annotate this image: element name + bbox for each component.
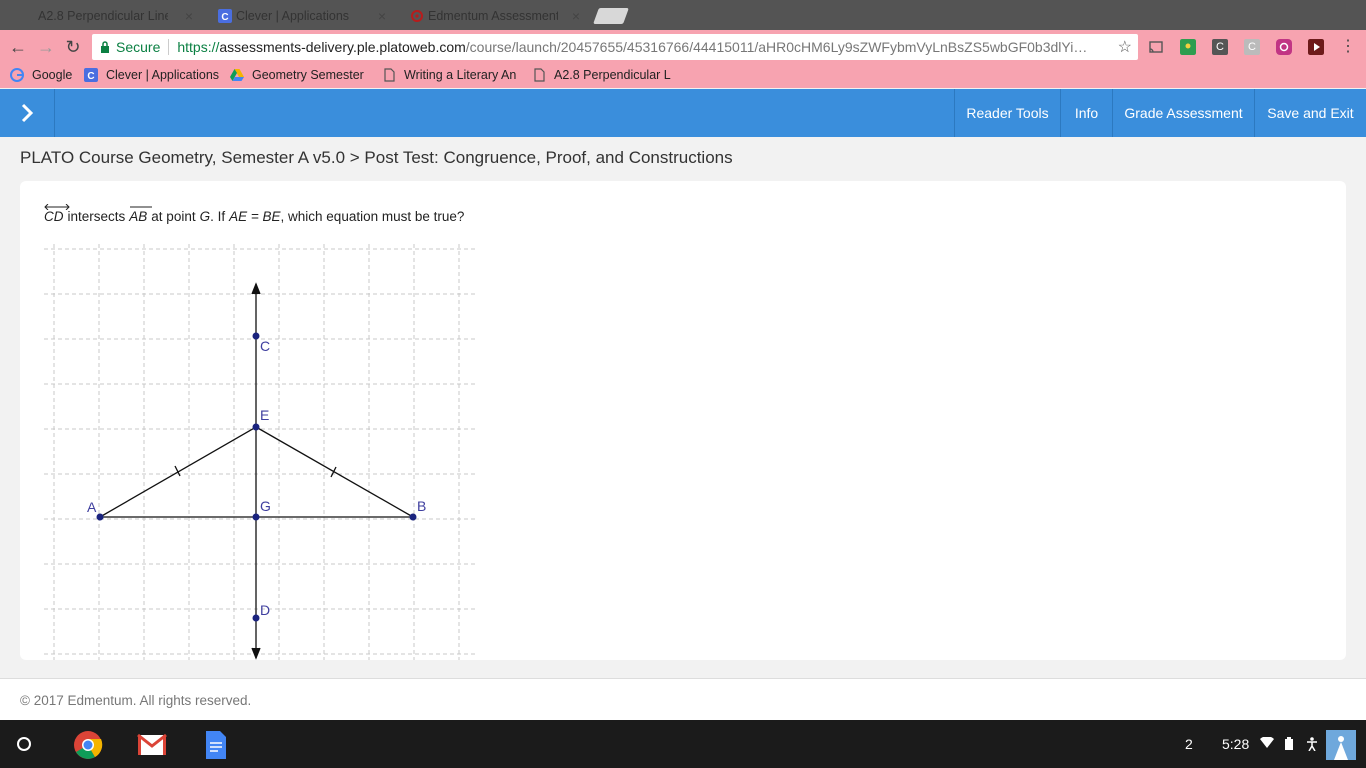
close-tab-icon[interactable]: × [572, 8, 580, 24]
app-header: Reader Tools Info Grade Assessment Save … [0, 89, 1366, 137]
grade-assessment-button[interactable]: Grade Assessment [1112, 89, 1254, 137]
question-fragment: at point [151, 209, 196, 224]
menu-dots-icon[interactable]: ⋮ [1338, 37, 1358, 57]
point-label: C [260, 338, 270, 354]
menu-toggle-button[interactable] [0, 89, 55, 137]
page-title: PLATO Course Geometry, Semester A v5.0 >… [20, 148, 733, 167]
chevron-right-icon [21, 103, 34, 123]
bookmarks-bar: Google C Clever | Applications Geometry … [0, 64, 1366, 88]
docs-icon[interactable] [201, 730, 231, 760]
bookmark-label: Google [32, 68, 73, 82]
bookmark-clever[interactable]: C Clever | Applications [84, 68, 219, 82]
battery-icon[interactable] [1285, 737, 1293, 750]
avatar[interactable] [1326, 730, 1356, 760]
point-d-dot [252, 614, 260, 622]
tab-title: Edmentum Assessment [428, 9, 558, 23]
save-and-exit-button[interactable]: Save and Exit [1254, 89, 1366, 137]
instagram-icon[interactable] [1276, 39, 1292, 55]
notification-count[interactable]: 2 [1185, 720, 1193, 768]
extension-c-icon[interactable]: C [1212, 39, 1228, 55]
address-bar[interactable]: Secure https:// assessments-delivery.ple… [92, 34, 1138, 60]
bookmark-writing-literary[interactable]: Writing a Literary An [382, 68, 516, 82]
url-path: /course/launch/20457655/45316766/4441501… [465, 39, 1088, 55]
point-c-dot [252, 332, 260, 340]
point-name: G [199, 209, 211, 224]
point-b-dot [409, 513, 417, 521]
bookmark-label: A2.8 Perpendicular L [554, 68, 671, 82]
tab-a28-perpendicular-lines[interactable]: A2.8 Perpendicular Line × [8, 2, 203, 30]
browser-tab-strip: A2.8 Perpendicular Line × C Clever | App… [0, 0, 1366, 30]
question-card: CD intersects AB at point G . If AE = BE… [20, 181, 1346, 660]
lock-icon [101, 41, 109, 53]
tab-title: Clever | Applications [236, 9, 350, 23]
geometry-figure: C E A G B D [44, 244, 476, 660]
question-fragment: . If [210, 209, 226, 224]
clever-icon: C [84, 68, 98, 82]
accessibility-icon[interactable] [1306, 737, 1318, 751]
tab-clever-applications[interactable]: C Clever | Applications × [206, 2, 396, 30]
bookmark-a28-perpendicular[interactable]: A2.8 Perpendicular L [532, 68, 671, 82]
tab-title: A2.8 Perpendicular Line [38, 9, 168, 23]
divider [168, 39, 170, 55]
extension-c-icon[interactable]: C [1244, 39, 1260, 55]
launcher-icon[interactable] [17, 737, 31, 751]
new-tab-button[interactable] [593, 8, 629, 24]
segment-ab: AB [129, 204, 153, 224]
close-tab-icon[interactable]: × [378, 8, 386, 24]
browser-toolbar: ← → ↻ Secure https:// assessments-delive… [0, 30, 1366, 64]
clock[interactable]: 5:28 [1222, 720, 1249, 768]
wifi-icon[interactable] [1260, 737, 1274, 749]
question-fragment: intersects [67, 209, 126, 224]
question-text: CD intersects AB at point G . If AE = BE… [44, 204, 464, 224]
segment-bar-icon [130, 206, 153, 208]
document-icon [534, 68, 545, 82]
document-icon [22, 9, 33, 23]
cast-icon[interactable] [1148, 39, 1164, 55]
url-scheme: https:// [177, 39, 220, 55]
edmentum-icon [411, 10, 423, 22]
svg-text:C: C [87, 71, 94, 82]
point-g-dot [252, 513, 260, 521]
point-label: G [260, 498, 271, 514]
bookmark-star-icon[interactable]: ☆ [1118, 37, 1132, 57]
svg-text:C: C [221, 12, 228, 23]
point-e-dot [252, 423, 260, 431]
copyright-text: © 2017 Edmentum. All rights reserved. [20, 693, 252, 708]
document-icon [384, 68, 395, 82]
tab-edmentum-assessment[interactable]: Edmentum Assessment × [398, 2, 590, 30]
question-fragment: , which equation must be true? [280, 209, 465, 224]
bookmark-google[interactable]: Google [10, 68, 72, 82]
point-label: E [260, 407, 269, 423]
point-a-dot [96, 513, 104, 521]
info-button[interactable]: Info [1060, 89, 1112, 137]
drive-icon [230, 69, 244, 81]
classroom-icon[interactable] [1180, 39, 1196, 55]
line-arrow-icon [44, 204, 70, 210]
security-label: Secure [116, 39, 161, 55]
line-cd: CD [44, 204, 70, 224]
os-shelf: 2 5:28 [0, 720, 1366, 768]
video-icon[interactable] [1308, 39, 1324, 55]
reader-tools-button[interactable]: Reader Tools [954, 89, 1060, 137]
point-label: B [417, 498, 426, 514]
back-arrow-icon[interactable]: ← [8, 37, 28, 57]
url-domain: assessments-delivery.ple.platoweb.com [219, 39, 466, 55]
bookmark-label: Geometry Semester [252, 68, 364, 82]
close-tab-icon[interactable]: × [185, 8, 193, 24]
condition: AE = BE [229, 209, 281, 224]
clever-icon: C [218, 9, 232, 23]
page-footer: © 2017 Edmentum. All rights reserved. [0, 678, 1366, 720]
bookmark-geometry-semester[interactable]: Geometry Semester [230, 68, 364, 82]
point-label: A [87, 499, 97, 515]
google-icon [10, 68, 24, 82]
bookmark-label: Clever | Applications [106, 68, 220, 82]
bookmark-label: Writing a Literary An [404, 68, 517, 82]
reload-icon[interactable]: ↻ [63, 37, 83, 57]
gmail-icon[interactable] [137, 730, 167, 760]
chrome-icon[interactable] [73, 730, 103, 760]
forward-arrow-icon[interactable]: → [36, 37, 56, 57]
point-label: D [260, 602, 270, 618]
